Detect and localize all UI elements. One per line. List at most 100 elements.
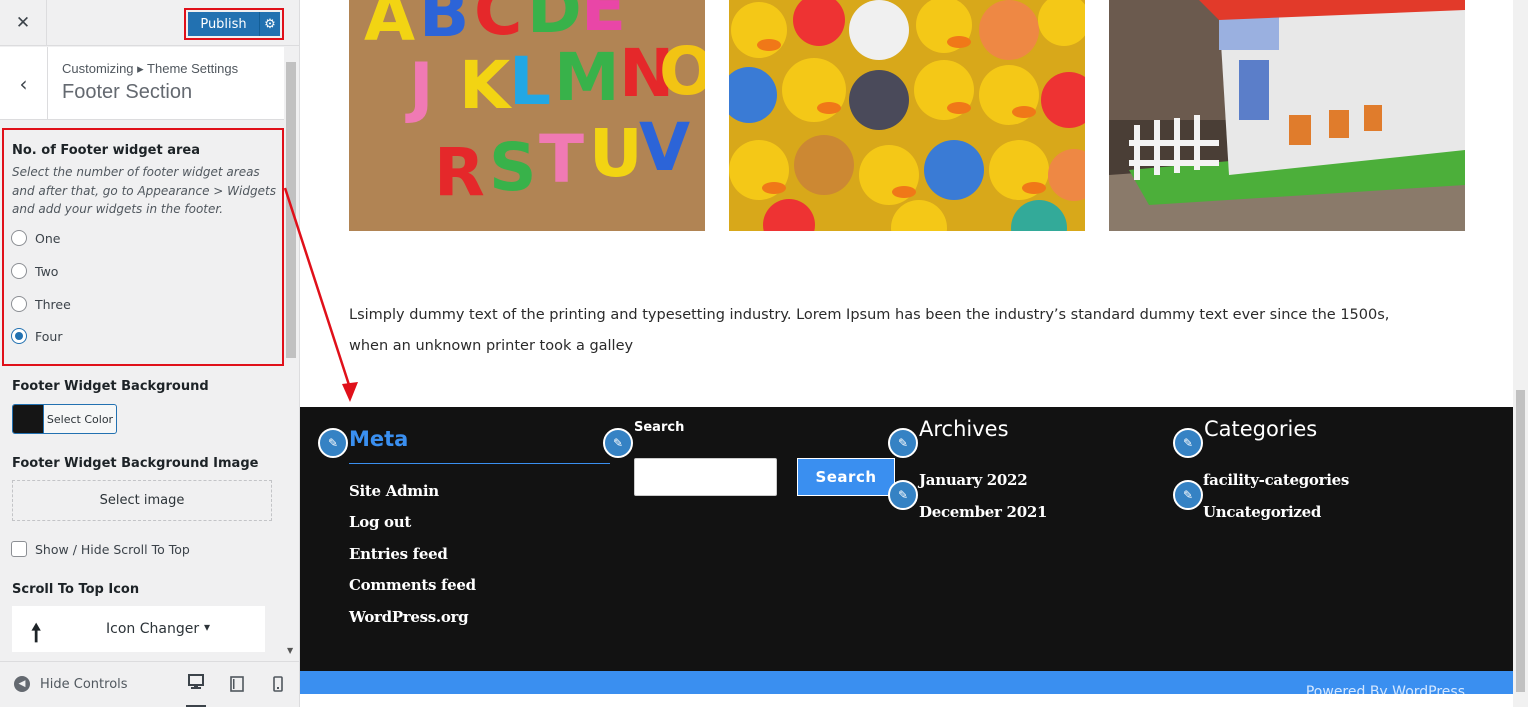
meta-link-site-admin[interactable]: Site Admin (349, 482, 439, 500)
svg-text:B: B (419, 0, 469, 52)
pencil-icon: ✎ (1182, 436, 1194, 450)
arrow-up-icon: 🠕 (31, 619, 42, 647)
body-text: Lsimply dummy text of the printing and t… (349, 307, 1390, 354)
icon-changer-label: Icon Changer (106, 621, 200, 637)
close-button[interactable]: ✕ (0, 0, 47, 46)
select-color-label: Select Color (46, 412, 114, 426)
meta-link-comments-feed[interactable]: Comments feed (349, 576, 476, 594)
archives-widget-title: Archives (919, 417, 1009, 441)
section-title: Footer Section (62, 81, 193, 103)
gallery-image-ducks[interactable] (729, 0, 1085, 231)
gear-icon: ⚙ (264, 16, 276, 32)
close-icon: ✕ (15, 13, 31, 33)
hide-controls-label: Hide Controls (40, 676, 128, 692)
panel-scrollbar[interactable]: ▼ (285, 58, 298, 660)
svg-text:V: V (639, 109, 690, 186)
svg-text:J: J (405, 49, 434, 126)
radio-button[interactable] (11, 296, 27, 312)
search-input[interactable] (634, 458, 777, 496)
panel-header: ✕ Publish ⚙ (0, 0, 299, 46)
footer-widget-area: ✎ Meta Site Admin Log out Entries feed C… (300, 407, 1513, 671)
mobile-icon (273, 676, 283, 692)
publish-highlight: Publish ⚙ (184, 8, 284, 40)
radio-label: Two (35, 263, 59, 279)
radio-option-two[interactable]: Two (11, 263, 58, 279)
edit-search-widget-button[interactable]: ✎ (603, 428, 633, 458)
back-button[interactable]: ‹ (0, 47, 48, 120)
footer-bg-image-title: Footer Widget Background Image (12, 456, 259, 471)
panel-footer: ◀ Hide Controls (0, 661, 299, 707)
svg-text:M: M (554, 39, 620, 116)
collapse-arrow-icon: ◀ (14, 676, 30, 692)
icon-changer-dropdown[interactable]: 🠕 Icon Changer ▾ (12, 606, 265, 652)
svg-text:U: U (589, 115, 643, 192)
category-link-uncategorized[interactable]: Uncategorized (1203, 503, 1321, 521)
svg-text:R: R (434, 134, 485, 211)
meta-title-underline (349, 463, 610, 464)
select-image-button[interactable]: Select image (12, 480, 272, 521)
pencil-icon: ✎ (897, 488, 909, 502)
tablet-icon (230, 676, 244, 692)
gallery-image-lego[interactable] (1109, 0, 1465, 231)
desktop-preview-button[interactable] (186, 674, 206, 707)
color-swatch (13, 405, 44, 433)
panel-scrollbar-thumb[interactable] (286, 62, 296, 358)
widget-area-title: No. of Footer widget area (12, 143, 200, 158)
mobile-preview-button[interactable] (268, 674, 288, 694)
edit-categories-widget-button[interactable]: ✎ (1173, 428, 1203, 458)
hide-controls-button[interactable]: ◀ Hide Controls (14, 676, 128, 692)
search-button[interactable]: Search (797, 458, 895, 496)
edit-archives-list-button[interactable]: ✎ (888, 480, 918, 510)
meta-link-wordpress-org[interactable]: WordPress.org (349, 608, 469, 626)
radio-option-three[interactable]: Three (11, 296, 71, 312)
scroll-top-icon-title: Scroll To Top Icon (12, 582, 140, 597)
site-preview: A B C D E J K L M N O R S T U V Lsimply … (300, 0, 1528, 707)
radio-option-four[interactable]: Four (11, 328, 62, 344)
edit-meta-widget-button[interactable]: ✎ (318, 428, 348, 458)
radio-button-checked[interactable] (11, 328, 27, 344)
scroll-down-arrow-icon[interactable]: ▼ (287, 646, 293, 655)
preview-scrollbar-thumb[interactable] (1516, 390, 1525, 692)
scroll-to-top-toggle[interactable]: Show / Hide Scroll To Top (11, 541, 190, 557)
pencil-icon: ✎ (612, 436, 624, 450)
section-header: ‹ Customizing ▸ Theme Settings Footer Se… (0, 47, 284, 120)
edit-archives-widget-button[interactable]: ✎ (888, 428, 918, 458)
svg-text:A: A (364, 0, 415, 56)
svg-text:K: K (459, 47, 513, 124)
desktop-icon (188, 674, 204, 689)
checkbox[interactable] (11, 541, 27, 557)
meta-widget-title: Meta (349, 427, 409, 451)
radio-label: Four (35, 328, 63, 344)
pencil-icon: ✎ (327, 436, 339, 450)
powered-by-text: Powered By WordPress (1305, 684, 1465, 694)
gallery-image-letters[interactable]: A B C D E J K L M N O R S T U V (349, 0, 705, 231)
radio-label: Three (35, 296, 71, 312)
archive-link-jan-2022[interactable]: January 2022 (919, 471, 1028, 489)
svg-text:T: T (539, 121, 584, 198)
tablet-preview-button[interactable] (227, 674, 247, 694)
radio-option-one[interactable]: One (11, 230, 60, 246)
publish-settings-button[interactable]: ⚙ (260, 12, 280, 36)
archive-link-dec-2021[interactable]: December 2021 (919, 503, 1047, 521)
svg-text:L: L (509, 43, 551, 120)
radio-button[interactable] (11, 263, 27, 279)
select-color-button[interactable]: Select Color (12, 404, 117, 434)
category-link-facility[interactable]: facility-categories (1203, 471, 1349, 489)
edit-categories-list-button[interactable]: ✎ (1173, 480, 1203, 510)
search-widget-label: Search (634, 420, 685, 435)
customizer-app: ✕ Publish ⚙ ‹ Customizing ▸ Theme Settin… (0, 0, 1528, 707)
preview-scrollbar[interactable] (1513, 0, 1528, 707)
chevron-left-icon: ‹ (19, 71, 28, 96)
meta-link-entries-feed[interactable]: Entries feed (349, 545, 448, 563)
svg-text:S: S (489, 129, 537, 206)
meta-link-log-out[interactable]: Log out (349, 513, 411, 531)
pencil-icon: ✎ (897, 436, 909, 450)
chevron-down-icon: ▾ (204, 620, 211, 634)
pencil-icon: ✎ (1182, 488, 1194, 502)
radio-button[interactable] (11, 230, 27, 246)
svg-text:O: O (659, 33, 705, 110)
breadcrumb: Customizing ▸ Theme Settings (62, 61, 239, 76)
publish-button[interactable]: Publish (188, 12, 260, 36)
footer-bg-title: Footer Widget Background (12, 379, 209, 394)
radio-label: One (35, 230, 61, 246)
